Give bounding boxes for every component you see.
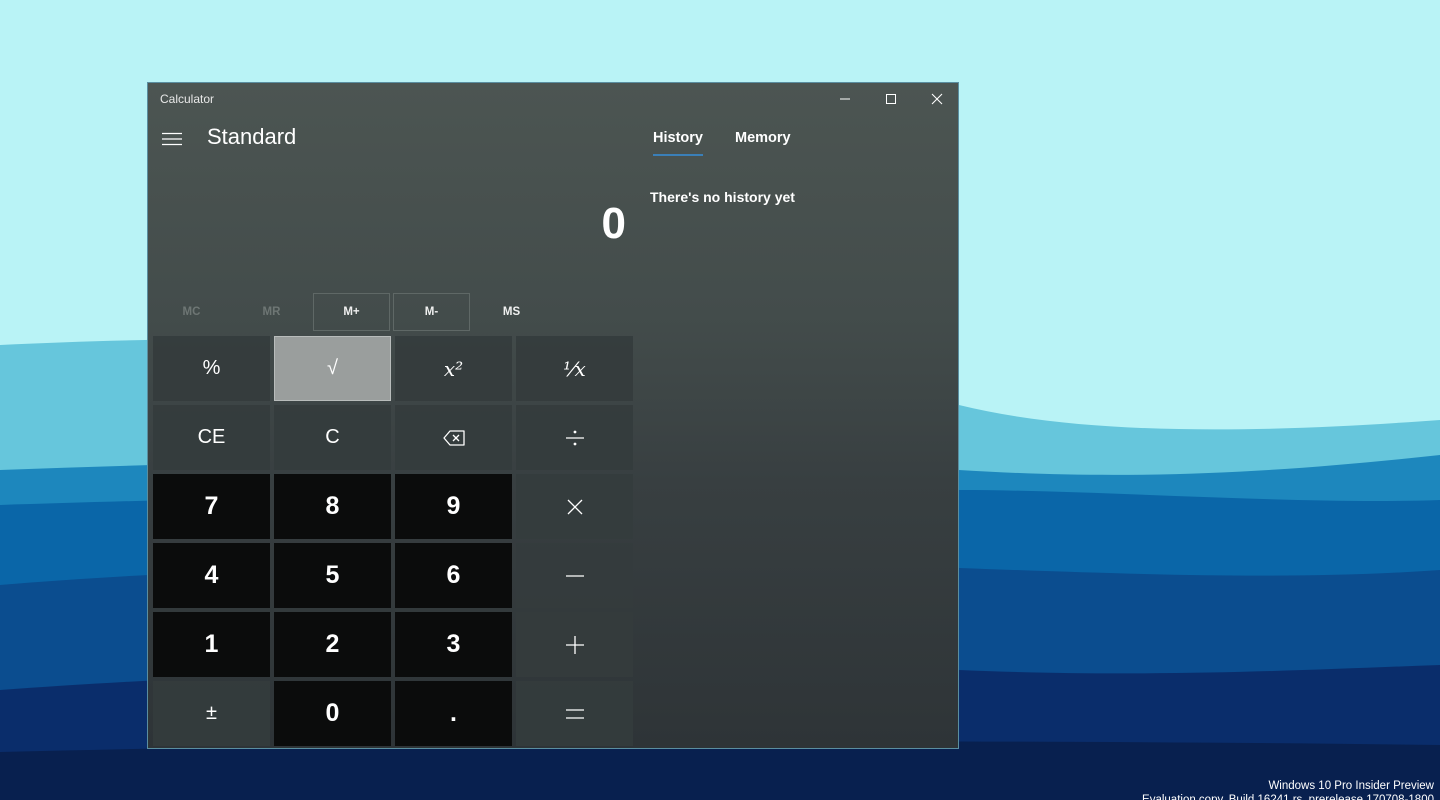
tab-memory[interactable]: Memory [735, 130, 791, 146]
divide-button[interactable] [516, 405, 633, 470]
square-root-button[interactable]: √ [274, 336, 391, 401]
memory-add-button[interactable]: M+ [313, 293, 390, 331]
memory-store-button[interactable]: MS [473, 293, 550, 331]
window-title: Calculator [160, 92, 215, 106]
minus-icon [565, 574, 584, 577]
digit-1-button[interactable]: 1 [153, 612, 270, 677]
minimize-button[interactable] [822, 83, 868, 115]
memory-recall-button[interactable]: MR [233, 293, 310, 331]
multiply-icon [567, 499, 582, 514]
decimal-button[interactable]: . [395, 681, 512, 746]
equals-button[interactable] [516, 681, 633, 746]
watermark-line-2: Evaluation copy. Build 16241.rs_prerelea… [1142, 794, 1434, 800]
os-watermark: Windows 10 Pro Insider Preview Evaluatio… [1142, 779, 1434, 800]
desktop: Windows 10 Pro Insider Preview Evaluatio… [0, 0, 1440, 800]
history-empty-message: There's no history yet [650, 189, 795, 205]
hamburger-icon [162, 132, 182, 146]
percent-button[interactable]: % [153, 336, 270, 401]
reciprocal-button[interactable]: ¹⁄x [516, 336, 633, 401]
close-icon [931, 93, 943, 105]
digit-2-button[interactable]: 2 [274, 612, 391, 677]
plus-icon [565, 635, 584, 654]
keypad: % √ x² ¹⁄x CE C 7 8 9 4 5 6 1 2 3 ± 0 . [153, 336, 635, 746]
result-display: 0 [148, 193, 626, 263]
digit-7-button[interactable]: 7 [153, 474, 270, 539]
memory-subtract-button[interactable]: M- [393, 293, 470, 331]
minimize-icon [840, 98, 850, 100]
clear-entry-button[interactable]: CE [153, 405, 270, 470]
digit-3-button[interactable]: 3 [395, 612, 512, 677]
maximize-button[interactable] [868, 83, 914, 115]
memory-controls: MC MR M+ M- MS [153, 293, 633, 331]
close-button[interactable] [914, 83, 960, 115]
multiply-button[interactable] [516, 474, 633, 539]
tab-history[interactable]: History [653, 130, 703, 146]
divide-icon [565, 430, 584, 445]
digit-0-button[interactable]: 0 [274, 681, 391, 746]
backspace-button[interactable] [395, 405, 512, 470]
negate-button[interactable]: ± [153, 681, 270, 746]
digit-6-button[interactable]: 6 [395, 543, 512, 608]
digit-9-button[interactable]: 9 [395, 474, 512, 539]
calculator-window: Calculator Standard 0 MC MR M+ M- MS % √… [147, 82, 959, 749]
subtract-button[interactable] [516, 543, 633, 608]
active-tab-indicator [653, 154, 703, 156]
navigation-menu-button[interactable] [158, 123, 186, 155]
calculator-mode-title: Standard [207, 124, 297, 149]
add-button[interactable] [516, 612, 633, 677]
square-button[interactable]: x² [395, 336, 512, 401]
watermark-line-1: Windows 10 Pro Insider Preview [1268, 780, 1434, 792]
equals-icon [565, 708, 584, 719]
digit-5-button[interactable]: 5 [274, 543, 391, 608]
digit-4-button[interactable]: 4 [153, 543, 270, 608]
maximize-icon [886, 94, 896, 104]
memory-clear-button[interactable]: MC [153, 293, 230, 331]
clear-button[interactable]: C [274, 405, 391, 470]
backspace-icon [442, 429, 465, 446]
display-value: 0 [601, 199, 626, 248]
digit-8-button[interactable]: 8 [274, 474, 391, 539]
title-bar[interactable]: Calculator [148, 83, 958, 115]
